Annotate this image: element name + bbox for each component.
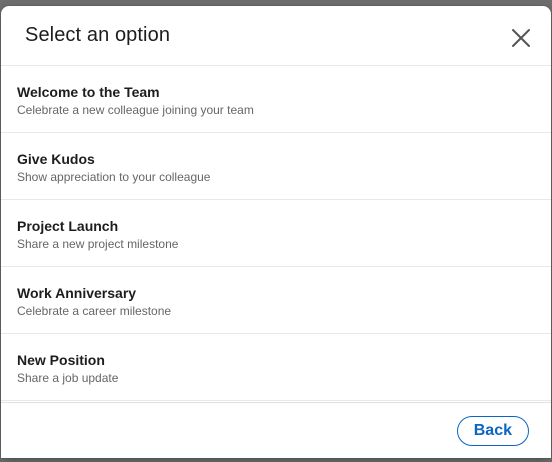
option-subtitle: Share a new project milestone <box>17 237 179 251</box>
option-title: Give Kudos <box>17 151 95 167</box>
close-button[interactable] <box>505 22 537 54</box>
close-icon <box>512 29 530 47</box>
option-give-kudos[interactable]: Give Kudos Show appreciation to your col… <box>1 133 551 200</box>
option-title: Project Launch <box>17 218 119 234</box>
option-work-anniversary[interactable]: Work Anniversary Celebrate a career mile… <box>1 267 551 334</box>
option-subtitle: Celebrate a new colleague joining your t… <box>17 103 254 117</box>
option-project-launch[interactable]: Project Launch Share a new project miles… <box>1 200 551 267</box>
select-option-dialog: Select an option Welcome to the Team Cel… <box>1 6 551 458</box>
option-list: Welcome to the Team Celebrate a new coll… <box>1 66 551 401</box>
option-new-position[interactable]: New Position Share a job update <box>1 334 551 401</box>
option-title: Work Anniversary <box>17 285 137 301</box>
dialog-header: Select an option <box>1 6 551 66</box>
option-subtitle: Show appreciation to your colleague <box>17 170 211 184</box>
dialog-title: Select an option <box>25 24 171 46</box>
option-subtitle: Celebrate a career milestone <box>17 304 172 318</box>
option-welcome-to-the-team[interactable]: Welcome to the Team Celebrate a new coll… <box>1 66 551 133</box>
option-title: Welcome to the Team <box>17 84 160 100</box>
dialog-footer: Back <box>1 402 551 458</box>
option-subtitle: Share a job update <box>17 371 119 385</box>
back-button[interactable]: Back <box>456 416 529 446</box>
option-title: New Position <box>17 352 105 368</box>
